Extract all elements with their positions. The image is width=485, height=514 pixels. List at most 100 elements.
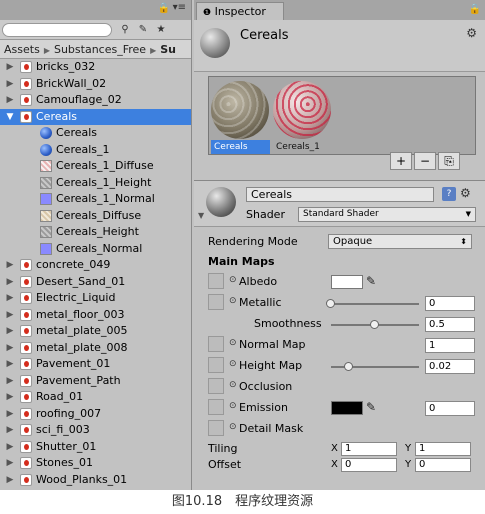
collapsed-arrow-icon[interactable]: ▶ [5,290,15,307]
object-picker-icon[interactable]: ⊙ [229,401,237,411]
shader-dropdown[interactable]: Standard Shader ▼ [298,207,476,222]
collapsed-arrow-icon[interactable]: ▶ [5,356,15,373]
search-input[interactable] [2,23,112,37]
duplicate-button[interactable]: ⎘ [438,152,460,170]
emission-field[interactable]: 0 [425,401,475,416]
tree-item-asset[interactable]: Cereals_1_Diffuse [0,158,191,175]
normal-map-texture-slot[interactable] [208,336,224,352]
tiling-y-field[interactable]: 1 [415,442,471,456]
rendering-mode-dropdown[interactable]: Opaque ⬍ [328,234,472,249]
gear-icon[interactable]: ⚙ [466,26,477,40]
emission-color-swatch[interactable] [331,401,363,415]
label-filter-icon[interactable]: ✎ [134,22,152,38]
tree-item-asset[interactable]: Cereals_Diffuse [0,208,191,225]
tree-item-substance[interactable]: ▶ BrickWall_02 [0,76,191,93]
material-preview-cereals-1[interactable] [273,81,331,139]
tree-item-substance[interactable]: ▶ Wood_Planks_01 [0,472,191,489]
tree-item-substance[interactable]: ▶ Desert_Sand_01 [0,274,191,291]
breadcrumb-item[interactable]: Substances_Free [54,43,146,56]
tree-item-substance[interactable]: ▶ Pavement_01 [0,356,191,373]
panel-menu-icon[interactable]: ▾≡ [173,2,186,13]
collapsed-arrow-icon[interactable]: ▶ [5,59,15,76]
filter-type-icon[interactable]: ⚲ [116,22,134,38]
lock-icon[interactable]: 🔒 [158,3,170,14]
tree-item-substance[interactable]: ▶ Camouflage_02 [0,92,191,109]
object-picker-icon[interactable]: ⊙ [229,359,237,369]
emission-texture-slot[interactable] [208,399,224,415]
smoothness-slider-knob[interactable] [370,320,379,329]
normal-scale-field[interactable]: 1 [425,338,475,353]
breadcrumb-item[interactable]: Assets [4,43,40,56]
eyedropper-icon[interactable]: ✎ [366,400,376,414]
metallic-field[interactable]: 0 [425,296,475,311]
metallic-slider-knob[interactable] [326,299,335,308]
object-picker-icon[interactable]: ⊙ [229,422,237,432]
collapsed-arrow-icon[interactable]: ▶ [5,455,15,472]
tab-inspector[interactable]: ❶ Inspector [196,2,284,20]
expanded-arrow-icon[interactable]: ▼ [5,109,15,126]
tree-item-asset[interactable]: Cereals [0,125,191,142]
collapsed-arrow-icon[interactable]: ▶ [5,472,15,489]
albedo-texture-slot[interactable] [208,273,224,289]
occlusion-texture-slot[interactable] [208,378,224,394]
tree-item-substance[interactable]: ▶ bricks_032 [0,59,191,76]
add-button[interactable]: + [390,152,412,170]
favorite-star-icon[interactable]: ★ [152,22,170,38]
gear-icon[interactable]: ⚙ [460,186,471,200]
collapsed-arrow-icon[interactable]: ▶ [5,323,15,340]
collapsed-arrow-icon[interactable]: ▶ [5,406,15,423]
tree-item-substance[interactable]: ▼ Cereals [0,108,191,126]
collapsed-arrow-icon[interactable]: ▶ [5,257,15,274]
collapsed-arrow-icon[interactable]: ▶ [5,373,15,390]
metallic-texture-slot[interactable] [208,294,224,310]
collapsed-arrow-icon[interactable]: ▶ [5,307,15,324]
eyedropper-icon[interactable]: ✎ [366,274,376,288]
tree-item-asset[interactable]: Cereals_Height [0,224,191,241]
offset-x-field[interactable]: 0 [341,458,397,472]
height-slider-knob[interactable] [343,362,353,371]
tree-item-substance[interactable]: ▶ metal_floor_003 [0,307,191,324]
help-book-icon[interactable]: ? [442,187,456,201]
collapsed-arrow-icon[interactable]: ▶ [5,422,15,439]
collapsed-arrow-icon[interactable]: ▶ [5,439,15,456]
metallic-slider-track[interactable] [331,303,419,305]
object-picker-icon[interactable]: ⊙ [229,338,237,348]
detail-mask-texture-slot[interactable] [208,420,224,436]
remove-button[interactable]: − [414,152,436,170]
object-picker-icon[interactable]: ⊙ [229,380,237,390]
material-name-field[interactable]: Cereals [246,187,434,202]
collapsed-arrow-icon[interactable]: ▶ [5,389,15,406]
tree-item-substance[interactable]: ▶ roofing_007 [0,406,191,423]
smoothness-field[interactable]: 0.5 [425,317,475,332]
breadcrumb-item-current[interactable]: Su [160,43,176,56]
material-preview-cereals[interactable] [211,81,269,139]
collapsed-arrow-icon[interactable]: ▶ [5,340,15,357]
preview-label[interactable]: Cereals_1 [273,140,332,154]
tree-item-substance[interactable]: ▶ Shutter_01 [0,439,191,456]
tree-item-substance[interactable]: ▶ metal_plate_005 [0,323,191,340]
tree-item-substance[interactable]: ▶ Stones_01 [0,455,191,472]
tree-item-substance[interactable]: ▶ Road_01 [0,389,191,406]
tree-item-asset[interactable]: Cereals_1_Normal [0,191,191,208]
tree-item-substance[interactable]: ▶ Pavement_Path [0,373,191,390]
collapsed-arrow-icon[interactable]: ▶ [5,92,15,109]
tree-item-substance[interactable]: ▶ sci_fi_003 [0,422,191,439]
preview-label-selected[interactable]: Cereals [211,140,270,154]
collapsed-arrow-icon[interactable]: ▶ [5,76,15,93]
tree-item-substance[interactable]: ▶ concrete_049 [0,257,191,274]
tiling-x-field[interactable]: 1 [341,442,397,456]
object-picker-icon[interactable]: ⊙ [229,275,237,285]
albedo-color-swatch[interactable] [331,275,363,289]
foldout-arrow-icon[interactable]: ▼ [198,211,204,220]
offset-y-field[interactable]: 0 [415,458,471,472]
tree-item-substance[interactable]: ▶ Electric_Liquid [0,290,191,307]
tree-item-substance[interactable]: ▶ metal_plate_008 [0,340,191,357]
tree-item-asset[interactable]: Cereals_1_Height [0,175,191,192]
height-field[interactable]: 0.02 [425,359,475,374]
height-map-texture-slot[interactable] [208,357,224,373]
tree-item-asset[interactable]: Cereals_Normal [0,241,191,258]
tree-item-asset[interactable]: Cereals_1 [0,142,191,159]
collapsed-arrow-icon[interactable]: ▶ [5,274,15,291]
object-picker-icon[interactable]: ⊙ [229,296,237,306]
lock-icon[interactable]: 🔒 [469,4,481,15]
